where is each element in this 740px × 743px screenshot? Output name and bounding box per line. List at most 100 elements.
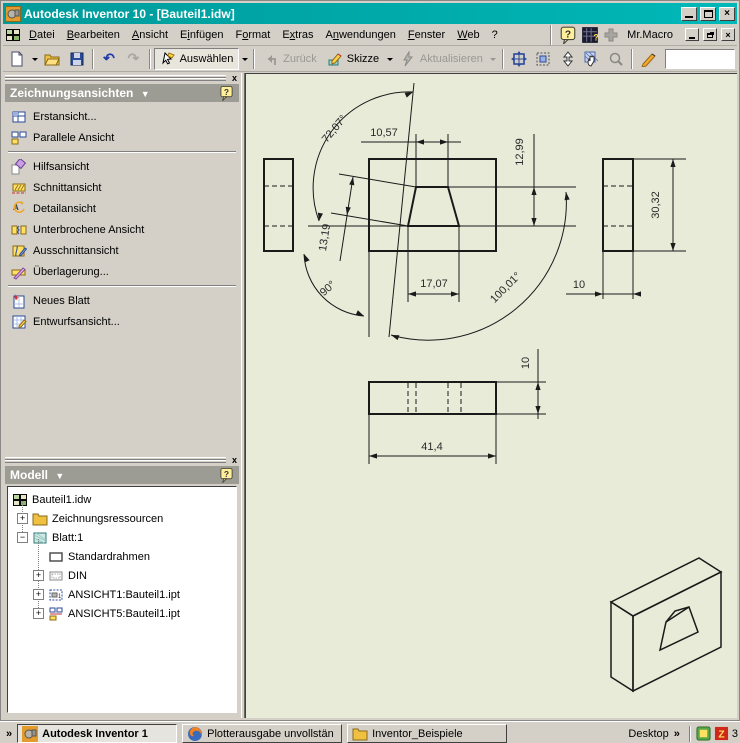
parallel-view-icon (11, 130, 27, 146)
pan-hand-icon (584, 51, 600, 67)
new-document-dropdown[interactable] (29, 48, 40, 70)
menu-[interactable]: ? (486, 27, 504, 43)
undo-button[interactable]: ↶ (97, 48, 121, 70)
sketch-dropdown[interactable] (384, 48, 395, 70)
model-panel-close-icon[interactable]: x (230, 455, 239, 464)
mdi-minimize-button[interactable] (685, 28, 699, 41)
tree-item-ansicht5-bauteil1-ipt[interactable]: + ANSICHT5:Bauteil1.ipt (8, 604, 236, 623)
update-dropdown[interactable] (488, 48, 499, 70)
update-button[interactable]: Aktualisieren (395, 48, 488, 70)
minimize-button[interactable] (681, 6, 697, 21)
save-button[interactable] (64, 48, 88, 70)
views-panel-help-button[interactable]: ? (219, 85, 234, 101)
views-panel-close-icon[interactable]: x (230, 73, 239, 82)
drawing-canvas[interactable]: 10,57 12,99 30,32 13,19 17,07 41,4 10 10… (246, 74, 739, 719)
menu-ansicht[interactable]: Ansicht (126, 27, 174, 43)
detail-view-icon: A (11, 200, 27, 217)
panel-item-label: Schnittansicht (33, 181, 102, 194)
expand-icon[interactable]: + (33, 570, 44, 581)
taskbar-button-plotterausgabe-unvollst-n[interactable]: Plotterausgabe unvollstän (182, 724, 343, 743)
open-button[interactable] (40, 48, 64, 70)
close-button[interactable]: × (719, 6, 735, 21)
add-macro-icon[interactable] (603, 27, 619, 43)
expand-icon[interactable]: + (33, 589, 44, 600)
menu-extras[interactable]: Extras (276, 27, 319, 43)
tree-item-label: Blatt:1 (52, 531, 84, 544)
panel-item-berlagerung[interactable]: Überlagerung... (5, 261, 239, 282)
tree-item-ansicht1-bauteil1-ipt[interactable]: +1 ANSICHT1:Bauteil1.ipt (8, 585, 236, 604)
select-dropdown[interactable] (239, 48, 250, 70)
quicklaunch-chevron-icon[interactable]: » (4, 728, 14, 740)
panel-item-parallele-ansicht[interactable]: Parallele Ansicht (5, 127, 239, 148)
dim-label: 72,07° (320, 113, 350, 145)
section-view-icon (11, 180, 27, 196)
model-panel-help-button[interactable]: ? (219, 467, 234, 483)
menu-datei[interactable]: Datei (23, 27, 61, 43)
tree-item-bauteil1-idw[interactable]: Bauteil1.idw (8, 490, 236, 509)
help-bubble-icon[interactable]: ? (559, 26, 577, 44)
pan-button[interactable] (580, 48, 604, 70)
expand-icon[interactable]: + (33, 608, 44, 619)
mdi-restore-button[interactable] (703, 28, 717, 41)
panel-item-erstansicht[interactable]: Erstansicht... (5, 106, 239, 127)
style-combo-empty[interactable] (664, 48, 736, 69)
model-tree: Bauteil1.idw + Zeichnungsressourcen − Blatt:… (7, 486, 237, 713)
panel-item-label: Ausschnittansicht (33, 244, 119, 257)
desktop-toolbar[interactable]: Desktop » (628, 728, 683, 740)
menu-bearbeiten[interactable]: Bearbeiten (61, 27, 126, 43)
views-panel-grab-handle[interactable]: x (3, 73, 241, 82)
zoom-all-button[interactable] (507, 48, 531, 70)
back-button[interactable]: Zurück (258, 48, 322, 70)
new-document-button[interactable] (5, 48, 29, 70)
tree-item-blatt-1[interactable]: − Blatt:1 (8, 528, 236, 547)
maximize-button[interactable] (700, 6, 716, 21)
taskbar-button-inventor-beispiele[interactable]: Inventor_Beispiele (347, 724, 508, 743)
panel-item-schnittansicht[interactable]: Schnittansicht (5, 177, 239, 198)
mdi-close-button[interactable]: × (721, 28, 735, 41)
tree-item-din[interactable]: + DIN (8, 566, 236, 585)
style-button[interactable] (636, 48, 660, 70)
views-panel-header[interactable]: Zeichnungsansichten ▼ ? (5, 84, 239, 102)
zoom-selected-button[interactable] (604, 48, 628, 70)
redo-button[interactable]: ↷ (121, 48, 145, 70)
select-button[interactable]: Auswählen (153, 47, 240, 70)
sketch-button[interactable]: Skizze (322, 48, 384, 70)
panel-item-unterbrochene-ansicht[interactable]: Unterbrochene Ansicht (5, 219, 239, 240)
panel-item-label: Erstansicht... (33, 110, 97, 123)
panel-item-entwurfsansicht[interactable]: Entwurfsansicht... (5, 311, 239, 332)
open-folder-icon (44, 51, 61, 67)
menu-einf-gen[interactable]: Einfügen (174, 27, 229, 43)
tree-item-standardrahmen[interactable]: Standardrahmen (8, 547, 236, 566)
zoom-window-button[interactable] (531, 48, 555, 70)
panel-item-label: Hilfsansicht (33, 160, 90, 173)
panel-item-neues-blatt[interactable]: Neues Blatt (5, 290, 239, 311)
panel-separator (8, 285, 236, 287)
menu-fenster[interactable]: Fenster (402, 27, 451, 43)
tool-bar: ↶ ↷ Auswählen Zurück Skizze Aktualisiere… (3, 46, 737, 72)
model-panel: x Modell ▼ ? Bauteil1.idw + Zeichnungsress… (3, 455, 241, 718)
taskbar-button-label: Plotterausgabe unvollstän (207, 727, 334, 740)
panel-item-label: Detailansicht (33, 202, 96, 215)
title-bar: Autodesk Inventor 10 - [Bauteil1.idw] × (3, 3, 737, 24)
menu-web[interactable]: Web (451, 27, 485, 43)
save-icon (69, 51, 85, 67)
model-panel-grab-handle[interactable]: x (3, 455, 241, 464)
collapse-icon[interactable]: − (17, 532, 28, 543)
taskbar-button-autodesk-inventor-1[interactable]: Autodesk Inventor 1 (17, 724, 178, 743)
panel-item-hilfsansicht[interactable]: Hilfsansicht (5, 156, 239, 177)
expand-icon[interactable]: + (17, 513, 28, 524)
child-window-icon[interactable] (5, 27, 21, 43)
tree-item-zeichnungsressourcen[interactable]: + Zeichnungsressourcen (8, 509, 236, 528)
drawing-area[interactable]: 10,57 12,99 30,32 13,19 17,07 41,4 10 10… (245, 73, 737, 718)
macro-panel-icon[interactable]: ? (581, 26, 599, 44)
menu-format[interactable]: Format (229, 27, 276, 43)
zoom-dynamic-button[interactable] (555, 48, 579, 70)
sheet-icon (32, 530, 48, 546)
panel-item-ausschnittansicht[interactable]: Ausschnittansicht (5, 240, 239, 261)
tray-icon-zonealarm[interactable]: Z (714, 726, 729, 741)
tray-icon-green[interactable] (696, 726, 711, 741)
dim-label: 100,01° (488, 270, 523, 305)
model-panel-header[interactable]: Modell ▼ ? (5, 466, 239, 484)
panel-item-detailansicht[interactable]: A Detailansicht (5, 198, 239, 219)
menu-anwendungen[interactable]: Anwendungen (320, 27, 402, 43)
